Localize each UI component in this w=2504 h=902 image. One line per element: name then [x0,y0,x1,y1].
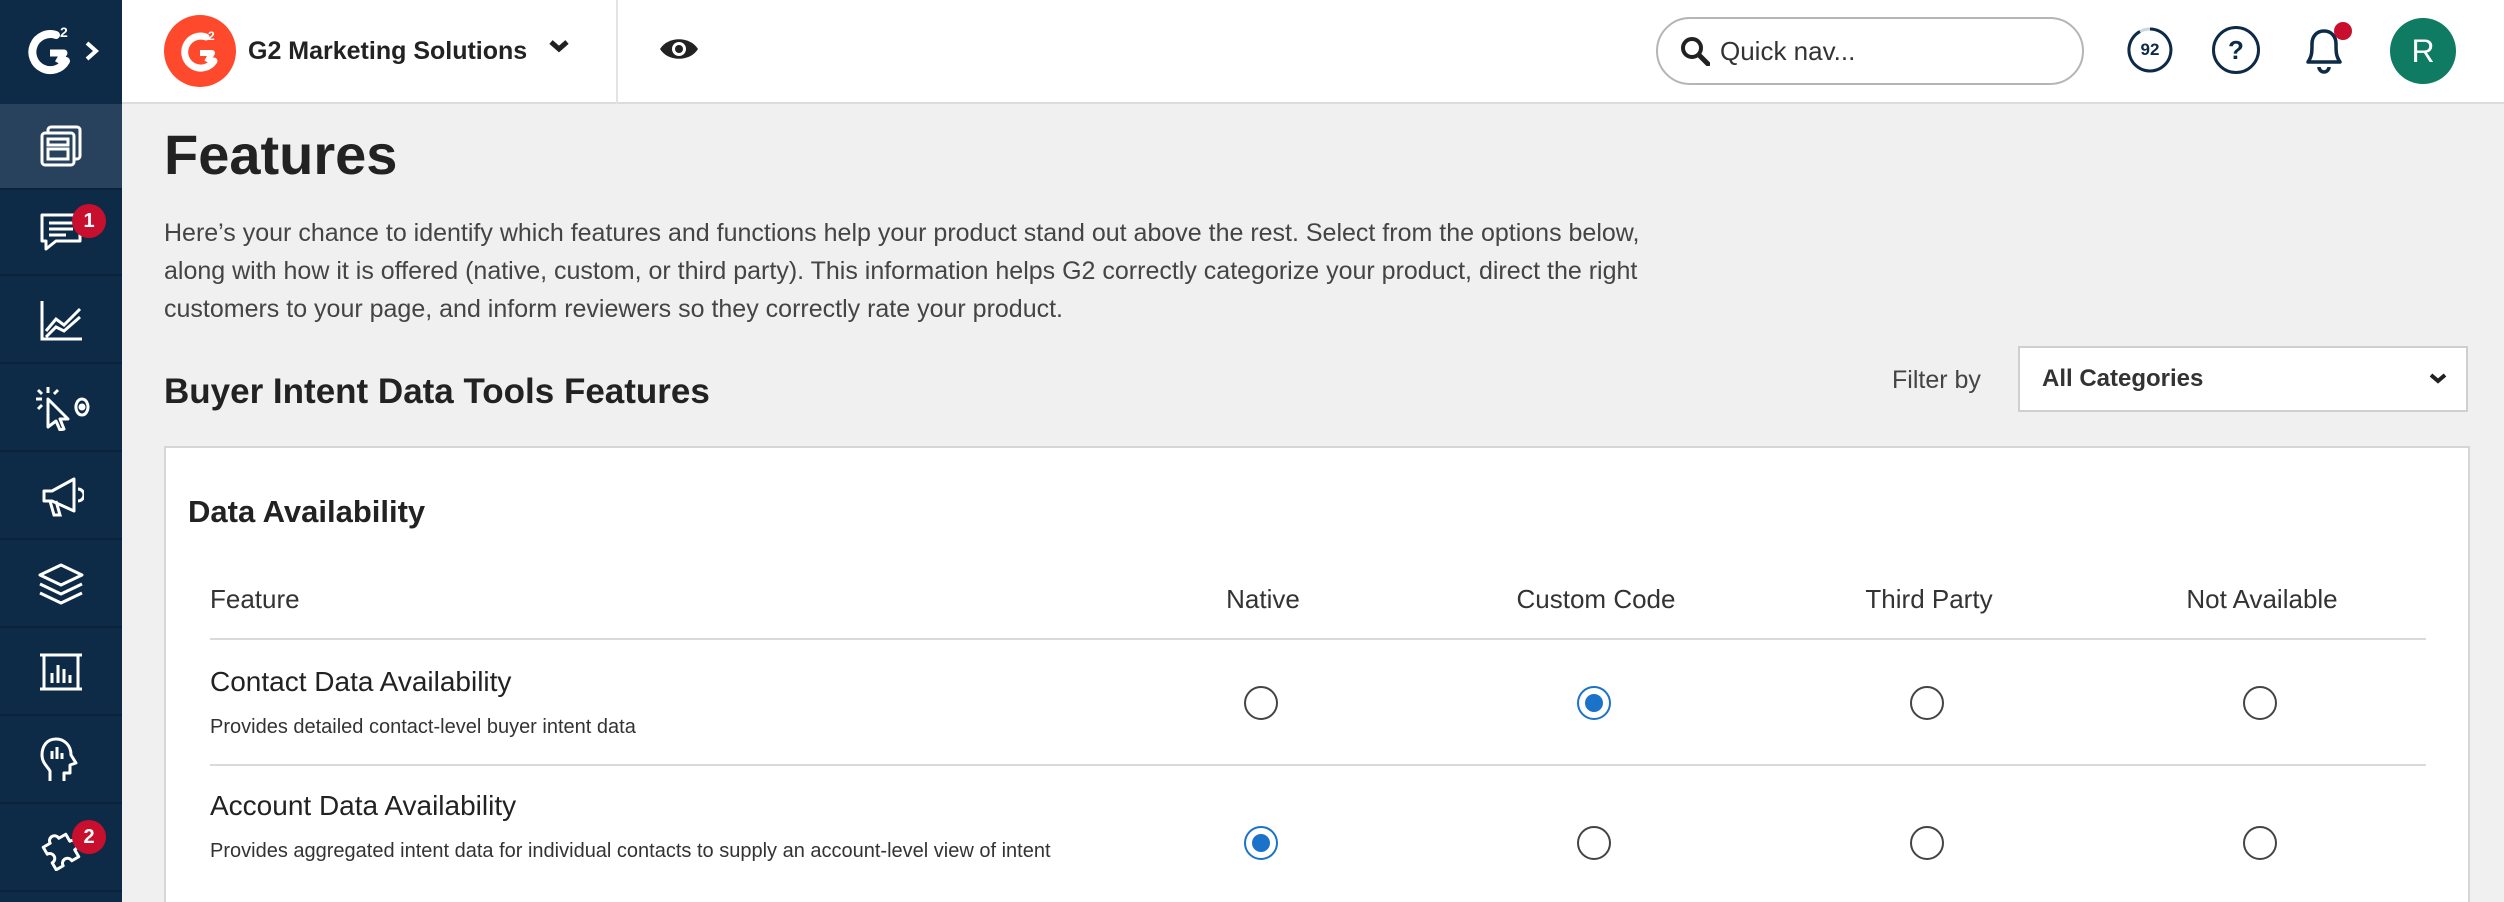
sidebar-item-analytics[interactable] [0,278,122,364]
sidebar-item-buyer-intent[interactable] [0,366,122,452]
topbar: 2 G2 Marketing Solutions 92 ? R [122,0,2504,104]
help-button[interactable]: ? [2212,26,2260,74]
radio-third-party[interactable] [1910,826,1944,860]
filter-label: Filter by [1892,366,1981,394]
sidebar-item-dashboard[interactable] [0,104,122,190]
search-input[interactable] [1720,35,2050,67]
sidebar-item-insights[interactable] [0,718,122,804]
buyer-intent-cursor-icon [36,387,90,431]
section-title: Buyer Intent Data Tools Features [164,372,710,411]
radio-native[interactable] [1244,826,1278,860]
card-title: Data Availability [188,494,426,529]
analytics-chart-icon [40,301,82,341]
g2-logo-icon: 2 [28,24,70,75]
sidebar-item-integrations[interactable]: 2 [0,806,122,892]
radio-third-party[interactable] [1910,686,1944,720]
divider [616,0,618,104]
sidebar-item-reports[interactable] [0,630,122,716]
report-frame-icon [40,653,82,691]
head-insights-icon [40,737,78,781]
expand-chevron-icon[interactable] [84,40,100,62]
column-header-custom-code: Custom Code [1516,584,1676,614]
feature-card: Data Availability Feature Native Custom … [164,446,2470,902]
page-title: Features [164,123,398,186]
radio-not-available[interactable] [2243,826,2277,860]
feature-name: Account Data Availability [210,790,517,821]
svg-text:2: 2 [208,29,215,43]
feature-name: Contact Data Availability [210,666,512,697]
divider [210,764,2426,766]
page-intro: Here’s your chance to identify which fea… [164,219,1640,323]
column-header-third-party: Third Party [1865,584,1993,614]
sidebar-logo[interactable]: 2 [0,0,122,102]
radio-custom-code[interactable] [1577,826,1611,860]
column-header-feature: Feature [210,584,300,614]
radio-not-available[interactable] [2243,686,2277,720]
megaphone-icon [42,477,84,517]
column-header-not-available: Not Available [2186,584,2338,614]
radio-custom-code[interactable] [1577,686,1611,720]
radio-native[interactable] [1244,686,1278,720]
chevron-down-icon [2429,373,2447,384]
filter-value: All Categories [2042,365,2204,392]
search-icon [1681,37,1710,66]
feature-description: Provides detailed contact-level buyer in… [210,716,636,738]
avatar[interactable]: R [2390,18,2456,84]
brand-switcher[interactable]: 2 G2 Marketing Solutions [164,14,527,88]
profile-score[interactable]: 92 [2126,26,2174,74]
preview-eye-icon[interactable] [658,34,700,64]
score-value: 92 [2140,40,2160,59]
column-header-native: Native [1226,584,1300,614]
sidebar-item-reviews[interactable]: 1 [0,190,122,276]
notification-badge: 1 [72,204,106,238]
divider [210,638,2426,640]
layers-icon [38,563,84,605]
sidebar-item-products[interactable] [0,542,122,628]
svg-text:2: 2 [60,24,68,40]
chevron-down-icon[interactable] [548,38,570,54]
quick-nav-search[interactable] [1656,17,2084,85]
sidebar-item-campaigns[interactable] [0,454,122,540]
feature-description: Provides aggregated intent data for indi… [210,840,1051,862]
g2-brand-logo-icon: 2 [164,15,236,87]
brand-name: G2 Marketing Solutions [248,36,528,65]
notification-dot [2334,22,2352,40]
sidebar: 2 1 2 [0,0,122,902]
notification-badge: 2 [72,820,106,854]
category-filter-select[interactable]: All Categories [2018,346,2468,412]
dashboard-icon [40,125,82,167]
